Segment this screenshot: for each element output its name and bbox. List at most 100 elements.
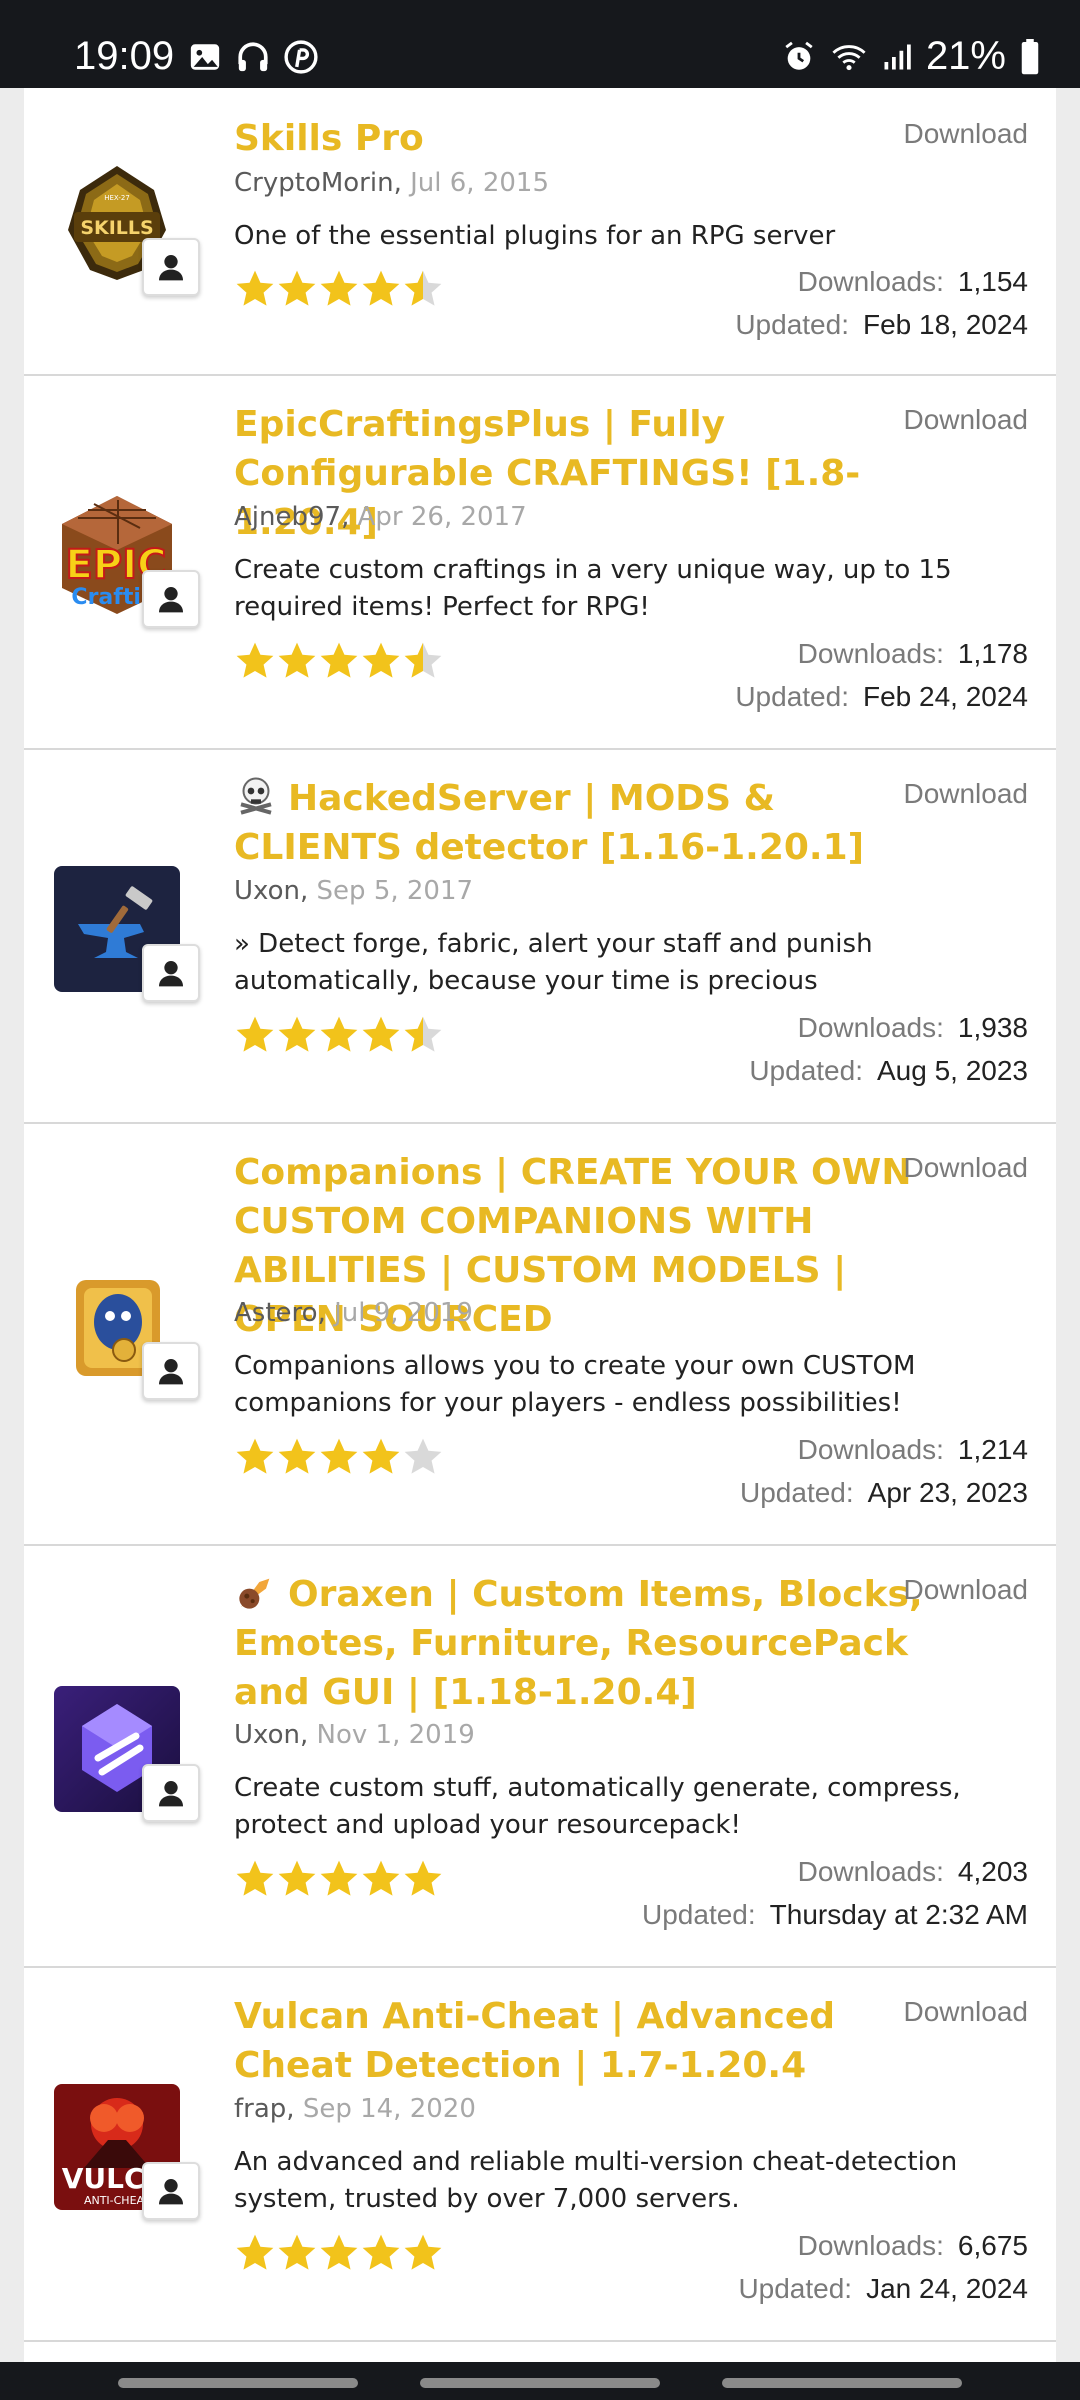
user-icon <box>159 2179 183 2205</box>
star-icon <box>404 1860 442 1896</box>
release-date: Nov 1, 2019 <box>316 1720 475 1750</box>
star-icon <box>404 1016 442 1052</box>
status-time: 19:09 <box>74 34 175 78</box>
rating-stars <box>234 2232 444 2274</box>
author-name[interactable]: Uxon <box>234 1720 300 1750</box>
downloads-count: 1,178 <box>957 638 1028 669</box>
download-link[interactable]: Download <box>903 118 1028 150</box>
author-avatar[interactable] <box>142 1764 200 1822</box>
release-date: Sep 5, 2017 <box>316 876 474 906</box>
star-icon <box>236 1016 274 1052</box>
author-avatar[interactable] <box>142 2162 200 2220</box>
release-date: Sep 14, 2020 <box>302 2094 476 2124</box>
updated-date: Feb 24, 2024 <box>862 681 1028 712</box>
star-icon <box>236 1438 274 1474</box>
release-date: Apr 26, 2017 <box>357 502 527 532</box>
downloads-count: 6,675 <box>957 2230 1028 2261</box>
updated-date: Apr 23, 2023 <box>867 1477 1028 1508</box>
author-avatar[interactable] <box>142 570 200 628</box>
resource-author-line: frap, Sep 14, 2020 <box>234 2094 476 2124</box>
downloads-count: 4,203 <box>957 1856 1028 1887</box>
downloads-stat: Downloads: 1,938 <box>798 1012 1028 1044</box>
download-link[interactable]: Download <box>903 1996 1028 2028</box>
resource-row[interactable]: EPIC Craftin EpicCraftingsPlus | Fully C… <box>24 376 1056 750</box>
updated-stat: Updated: Apr 23, 2023 <box>740 1477 1028 1509</box>
author-name[interactable]: Ajneb97 <box>234 502 341 532</box>
rating-stars <box>234 1436 444 1478</box>
download-link[interactable]: Download <box>903 1574 1028 1606</box>
resource-title-text[interactable]: Oraxen | Custom Items, Blocks, Emotes, F… <box>234 1574 923 1713</box>
author-name[interactable]: Uxon <box>234 876 300 906</box>
updated-label: Updated: <box>740 1477 854 1508</box>
resource-title-text[interactable]: HackedServer | MODS & CLIENTS detector [… <box>234 778 864 868</box>
star-icon <box>236 1860 274 1896</box>
star-icon <box>362 642 400 678</box>
resource-description: Companions allows you to create your own… <box>234 1351 916 1418</box>
updated-date: Aug 5, 2023 <box>876 1055 1028 1086</box>
thumb-logo-subtext: HEX-27 <box>104 194 130 202</box>
downloads-stat: Downloads: 6,675 <box>798 2230 1028 2262</box>
author-name[interactable]: Astero <box>234 1298 318 1328</box>
star-icon <box>278 1016 316 1052</box>
user-icon <box>159 587 183 613</box>
author-avatar[interactable] <box>142 1342 200 1400</box>
updated-label: Updated: <box>749 1055 863 1086</box>
thumb-logo-text: SKILLS <box>80 217 153 239</box>
nav-handle-right[interactable] <box>722 2378 962 2388</box>
downloads-stat: Downloads: 4,203 <box>798 1856 1028 1888</box>
gesture-nav-bar[interactable] <box>0 2362 1080 2400</box>
updated-label: Updated: <box>738 2273 853 2304</box>
author-avatar[interactable] <box>142 238 200 296</box>
download-link[interactable]: Download <box>903 778 1028 810</box>
resource-title[interactable]: Skills Pro <box>234 114 954 163</box>
star-icon <box>278 1438 316 1474</box>
downloads-label: Downloads: <box>797 1434 944 1465</box>
author-avatar[interactable] <box>142 944 200 1002</box>
downloads-count: 1,214 <box>957 1434 1028 1465</box>
star-icon <box>236 642 274 678</box>
image-icon <box>190 44 220 70</box>
downloads-stat: Downloads: 1,214 <box>798 1434 1028 1466</box>
star-icon <box>278 2234 316 2270</box>
resource-row[interactable]: Oraxen | Custom Items, Blocks, Emotes, F… <box>24 1546 1056 1968</box>
thumb-logo-subtext: ANTI-CHEA <box>84 2194 145 2207</box>
star-icon <box>362 1438 400 1474</box>
user-icon <box>159 1359 183 1385</box>
user-icon <box>159 961 183 987</box>
rating-stars <box>234 268 444 310</box>
star-icon <box>320 270 358 306</box>
updated-label: Updated: <box>642 1899 756 1930</box>
resource-row[interactable]: HackedServer | MODS & CLIENTS detector [… <box>24 750 1056 1124</box>
skull-crossbones-icon <box>240 777 272 815</box>
signal-icon <box>884 44 911 69</box>
resource-list-page[interactable]: SKILLS HEX-27 Skills Pro Download Crypto… <box>0 88 1080 2362</box>
nav-handle-left[interactable] <box>118 2378 358 2388</box>
star-icon <box>320 1438 358 1474</box>
downloads-stat: Downloads: 1,178 <box>798 638 1028 670</box>
resource-title[interactable]: Vulcan Anti-Cheat | Advanced Cheat Detec… <box>234 1992 954 2090</box>
download-link[interactable]: Download <box>903 1152 1028 1184</box>
author-name[interactable]: CryptoMorin <box>234 168 394 198</box>
updated-stat: Updated: Feb 18, 2024 <box>735 309 1028 341</box>
author-name[interactable]: frap <box>234 2094 286 2124</box>
nav-handle-center[interactable] <box>420 2378 660 2388</box>
resource-title[interactable]: Oraxen | Custom Items, Blocks, Emotes, F… <box>234 1570 954 1717</box>
release-date: Jul 9, 2019 <box>334 1298 473 1328</box>
updated-stat: Updated: Aug 5, 2023 <box>749 1055 1028 1087</box>
system-icons: 21% <box>782 34 1040 79</box>
downloads-count: 1,154 <box>957 266 1028 297</box>
star-icon <box>362 270 400 306</box>
resource-row[interactable]: Companions | CREATE YOUR OWN CUSTOM COMP… <box>24 1124 1056 1546</box>
resource-row[interactable]: SKILLS HEX-27 Skills Pro Download Crypto… <box>24 88 1056 376</box>
pinterest-icon <box>284 40 318 74</box>
download-link[interactable]: Download <box>903 404 1028 436</box>
downloads-stat: Downloads: 1,154 <box>798 266 1028 298</box>
downloads-label: Downloads: <box>797 1012 944 1043</box>
resource-row[interactable]: VULCA ANTI-CHEA Vulcan Anti-Cheat | Adva… <box>24 1968 1056 2342</box>
star-icon <box>362 1860 400 1896</box>
user-icon <box>159 1781 183 1807</box>
resource-title[interactable]: HackedServer | MODS & CLIENTS detector [… <box>234 774 954 872</box>
star-icon <box>278 1860 316 1896</box>
resource-author-line: Uxon, Sep 5, 2017 <box>234 876 474 906</box>
downloads-label: Downloads: <box>797 638 944 669</box>
